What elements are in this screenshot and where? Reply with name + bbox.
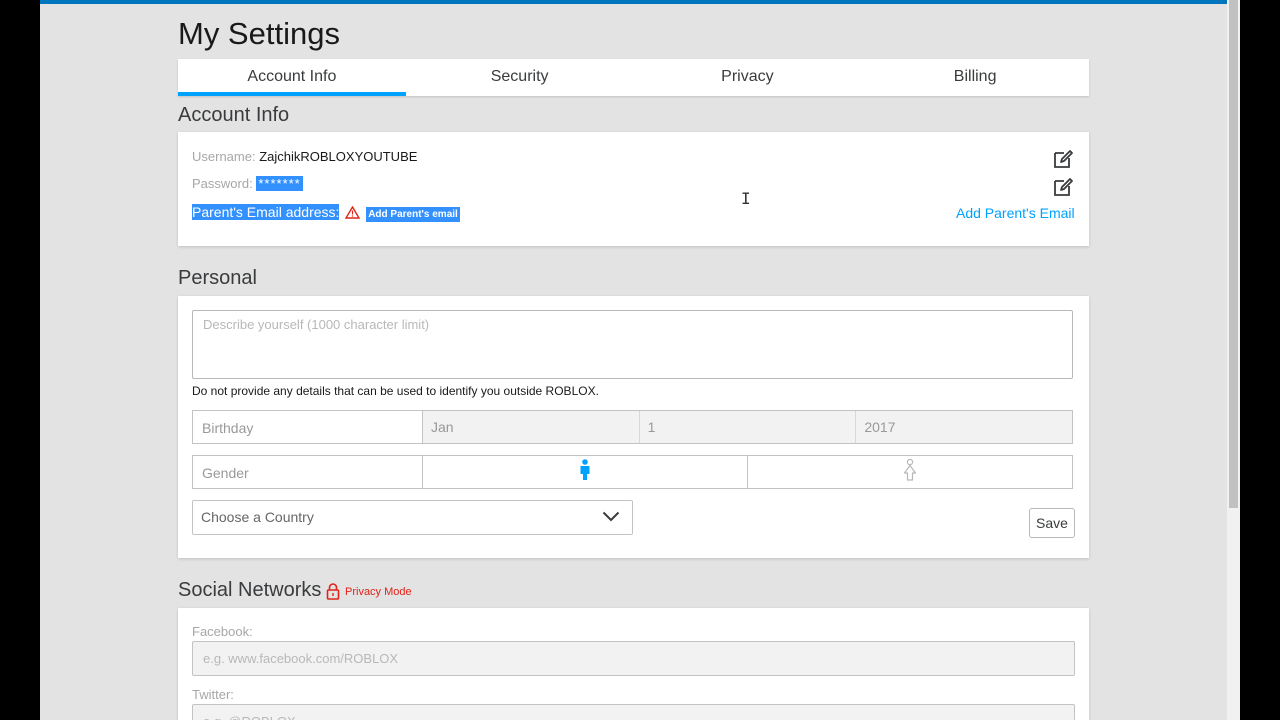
lock-icon bbox=[326, 583, 340, 605]
gender-label: Gender bbox=[193, 456, 423, 488]
female-icon bbox=[903, 458, 917, 486]
tab-security[interactable]: Security bbox=[406, 59, 634, 96]
birthday-year-select[interactable]: 2017 bbox=[856, 411, 1073, 443]
birthday-row: Birthday Jan 1 2017 bbox=[192, 410, 1073, 444]
save-button[interactable]: Save bbox=[1029, 508, 1075, 538]
twitter-label: Twitter: bbox=[192, 687, 234, 702]
tab-privacy[interactable]: Privacy bbox=[634, 59, 862, 96]
edit-password-icon[interactable] bbox=[1052, 176, 1074, 198]
parent-email-label: Parent's Email address: bbox=[192, 204, 340, 220]
birthday-day-select[interactable]: 1 bbox=[639, 411, 857, 443]
vertical-scrollbar[interactable] bbox=[1227, 0, 1240, 720]
add-parent-email-link[interactable]: Add Parent's Email bbox=[956, 205, 1075, 221]
username-value: ZajchikROBLOXYOUTUBE bbox=[259, 149, 418, 164]
description-textarea[interactable]: Describe yourself (1000 character limit) bbox=[192, 310, 1073, 379]
password-value: ******* bbox=[256, 176, 303, 191]
country-select-value: Choose a Country bbox=[201, 509, 314, 525]
tab-billing[interactable]: Billing bbox=[861, 59, 1089, 96]
gender-female-option[interactable] bbox=[748, 456, 1072, 488]
gender-male-option[interactable] bbox=[423, 456, 748, 488]
right-gutter bbox=[1240, 0, 1280, 720]
page-title: My Settings bbox=[178, 16, 340, 51]
top-nav-bar bbox=[40, 0, 1227, 4]
username-label: Username: bbox=[192, 149, 256, 164]
account-info-card: Username: ZajchikROBLOXYOUTUBE Password:… bbox=[178, 132, 1089, 246]
personal-card: Describe yourself (1000 character limit)… bbox=[178, 296, 1089, 558]
text-cursor-icon: I bbox=[741, 189, 751, 208]
add-parent-email-badge[interactable]: Add Parent's email bbox=[366, 207, 460, 222]
account-info-heading: Account Info bbox=[178, 104, 290, 126]
username-row: Username: ZajchikROBLOXYOUTUBE bbox=[192, 149, 417, 164]
male-icon bbox=[579, 458, 591, 486]
settings-tabs: Account Info Security Privacy Billing bbox=[178, 59, 1089, 96]
twitter-input[interactable]: e.g. @ROBLOX bbox=[192, 704, 1075, 720]
tab-account-info[interactable]: Account Info bbox=[178, 59, 406, 96]
facebook-input[interactable]: e.g. www.facebook.com/ROBLOX bbox=[192, 641, 1075, 676]
chevron-down-icon bbox=[602, 511, 620, 522]
password-row: Password: ******* bbox=[192, 176, 303, 191]
country-select[interactable]: Choose a Country bbox=[192, 500, 633, 535]
scrollbar-thumb[interactable] bbox=[1229, 0, 1238, 508]
birthday-label: Birthday bbox=[193, 411, 423, 443]
social-networks-heading: Social Networks bbox=[178, 579, 322, 601]
password-label: Password: bbox=[192, 176, 253, 191]
gender-row: Gender bbox=[192, 455, 1073, 489]
warning-icon bbox=[345, 205, 361, 222]
privacy-hint: Do not provide any details that can be u… bbox=[192, 384, 599, 398]
edit-username-icon[interactable] bbox=[1052, 148, 1074, 170]
settings-page: My Settings Account Info Security Privac… bbox=[40, 0, 1227, 720]
personal-heading: Personal bbox=[178, 267, 257, 289]
birthday-month-select[interactable]: Jan bbox=[423, 411, 640, 443]
parent-email-row: Parent's Email address: Add Parent's ema… bbox=[192, 204, 460, 222]
facebook-label: Facebook: bbox=[192, 624, 253, 639]
privacy-mode-link[interactable]: Privacy Mode bbox=[345, 586, 412, 598]
social-networks-card: Facebook: e.g. www.facebook.com/ROBLOX T… bbox=[178, 608, 1089, 720]
